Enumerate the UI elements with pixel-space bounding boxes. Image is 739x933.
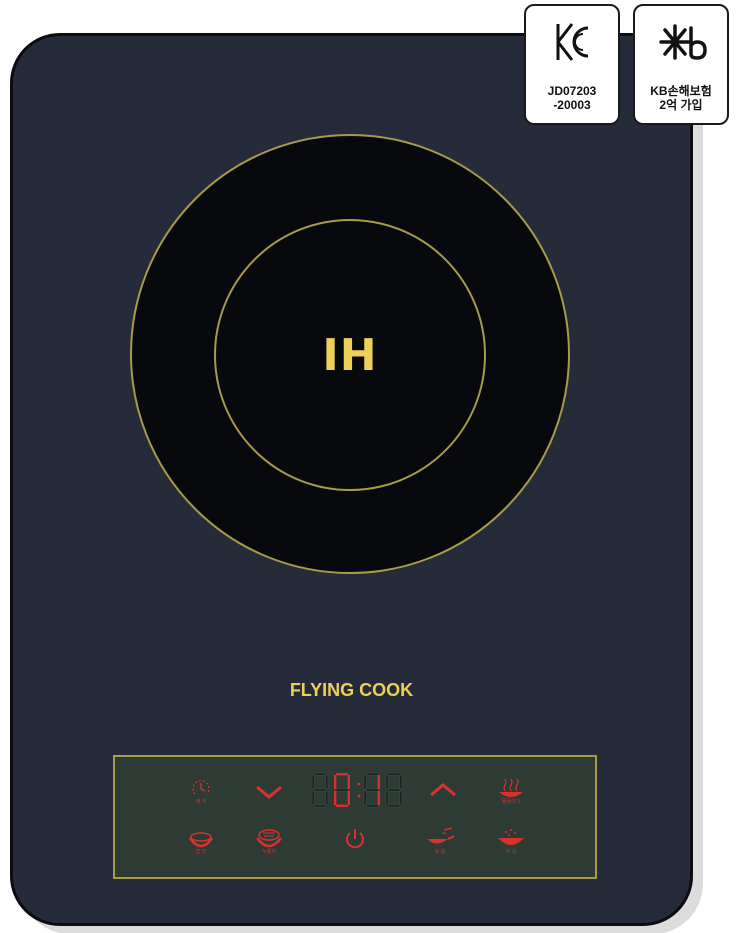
boil-water-label: 물끓이기 <box>501 799 521 805</box>
pan-icon <box>427 827 455 844</box>
time-display <box>312 772 403 808</box>
display-segment <box>377 791 380 805</box>
display-segment <box>387 788 401 792</box>
steam-icon <box>499 778 523 797</box>
display-segment <box>377 775 380 789</box>
display-segment <box>387 804 401 808</box>
display-segment <box>399 790 403 806</box>
increase-button[interactable] <box>428 780 458 800</box>
display-segment <box>325 774 329 790</box>
display-segment <box>347 791 350 805</box>
display-segment <box>399 774 403 790</box>
kc-certification-badge: JD07203 -20003 <box>524 4 620 125</box>
display-segment <box>347 775 350 789</box>
display-segment <box>336 773 348 776</box>
display-segment <box>363 774 367 790</box>
wok-icon <box>498 829 524 845</box>
timer-label: 예 약 <box>195 799 207 805</box>
display-segment <box>365 804 379 808</box>
kc-certification-number: JD07203 -20003 <box>547 84 597 112</box>
display-segment <box>387 772 401 776</box>
display-segment <box>334 775 337 789</box>
chevron-up-icon <box>430 783 456 797</box>
kc-mark-icon <box>556 23 589 61</box>
display-segment <box>385 790 389 806</box>
timer-icon <box>192 780 210 795</box>
stir-fry-label: 볶 음 <box>434 849 446 855</box>
display-segment <box>312 774 315 790</box>
display-segment <box>313 788 327 792</box>
display-segment <box>363 790 367 806</box>
scorched-rice-label: 누룽지 <box>262 849 276 855</box>
pot-steam-icon <box>256 829 282 848</box>
decrease-button[interactable] <box>254 782 284 802</box>
kb-insurance-badge: KB손해보험 2억 가입 <box>633 4 729 125</box>
display-segment <box>334 791 337 805</box>
pot-icon <box>188 832 214 848</box>
display-segment <box>335 788 349 792</box>
rice-label: 밥 짓 <box>195 849 207 855</box>
display-segment <box>336 804 348 807</box>
power-icon <box>346 829 364 849</box>
ih-label: IH <box>322 330 378 381</box>
brand-name: FLYING COOK <box>289 680 414 700</box>
kb-insurance-text: KB손해보험 2억 가입 <box>650 84 712 112</box>
display-segment <box>313 804 327 808</box>
display-segment <box>325 790 329 806</box>
display-segment <box>365 788 379 792</box>
display-segment <box>313 772 327 776</box>
chevron-down-icon <box>256 785 282 799</box>
power-button[interactable] <box>342 826 368 852</box>
display-segment <box>365 772 379 776</box>
display-segment <box>385 774 389 790</box>
kb-logo-icon <box>659 24 707 60</box>
display-segment <box>312 790 315 806</box>
deep-fry-label: 튀 김 <box>505 849 517 855</box>
